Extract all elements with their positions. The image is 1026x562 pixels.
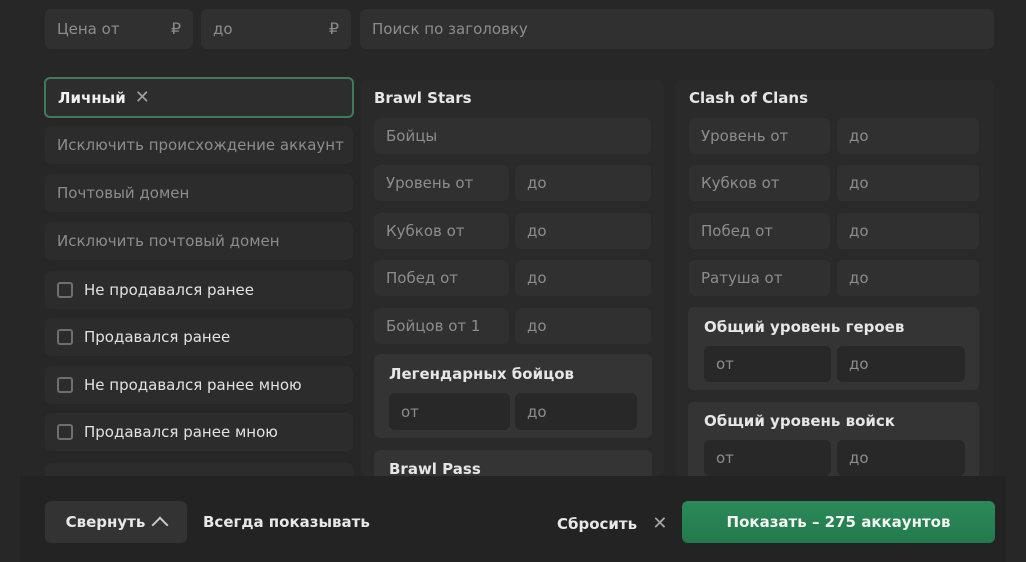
troops-to-placeholder: до: [849, 449, 869, 467]
coc-townhall-from-placeholder: Ратуша от: [701, 268, 783, 287]
mail-domain-placeholder: Почтовый домен: [57, 183, 190, 202]
troops-to-input[interactable]: до: [837, 440, 965, 476]
price-to-input[interactable]: до ₽: [201, 9, 351, 49]
reset-label: Сбросить: [557, 515, 638, 533]
troops-level-title: Общий уровень войск: [704, 412, 895, 430]
heroes-to-placeholder: до: [849, 355, 869, 373]
brawl-fighters-to-input[interactable]: до: [515, 308, 651, 344]
coc-level-from-input[interactable]: Уровень от: [689, 118, 830, 154]
reset-link[interactable]: Сбросить ✕: [557, 513, 667, 534]
checkbox-box[interactable]: [57, 424, 73, 440]
coc-level-to-input[interactable]: до: [837, 118, 979, 154]
collapse-button[interactable]: Свернуть: [45, 501, 187, 543]
checkbox-box[interactable]: [57, 282, 73, 298]
brawl-level-from-placeholder: Уровень от: [386, 173, 474, 192]
checkbox-box[interactable]: [57, 377, 73, 393]
brawl-cups-from-input[interactable]: Кубков от: [374, 213, 509, 249]
brawl-wins-from-input[interactable]: Побед от: [374, 260, 509, 296]
troops-from-placeholder: от: [716, 449, 734, 467]
chevron-up-icon: [151, 516, 169, 534]
origin-chip[interactable]: Личный ✕: [44, 77, 354, 118]
price-to-placeholder: до: [213, 19, 233, 38]
brawl-fighters-from-input[interactable]: Бойцов от 1: [374, 308, 509, 344]
brawl-stars-title: Brawl Stars: [374, 89, 472, 107]
checkbox-box[interactable]: [57, 329, 73, 345]
show-accounts-button[interactable]: Показать – 275 аккаунтов: [682, 501, 995, 543]
coc-wins-from-placeholder: Побед от: [701, 221, 773, 240]
checkbox-label: Продавался ранее мною: [84, 423, 278, 441]
heroes-from-placeholder: от: [716, 355, 734, 373]
exclude-origin-placeholder: Исключить происхождение аккаунт: [57, 135, 344, 154]
close-icon[interactable]: ✕: [135, 87, 150, 108]
brawl-cups-to-placeholder: до: [527, 221, 547, 240]
coc-level-from-placeholder: Уровень от: [701, 126, 789, 145]
coc-townhall-from-input[interactable]: Ратуша от: [689, 260, 830, 296]
checkbox-not-sold-by-me[interactable]: Не продавался ранее мною: [45, 366, 353, 404]
coc-wins-from-input[interactable]: Побед от: [689, 213, 830, 249]
price-from-input[interactable]: Цена от ₽: [45, 9, 193, 49]
heroes-level-title: Общий уровень героев: [704, 318, 905, 336]
checkbox-not-sold-before[interactable]: Не продавался ранее: [45, 271, 353, 309]
title-search-input[interactable]: Поиск по заголовку: [360, 9, 994, 49]
title-search-placeholder: Поиск по заголовку: [372, 19, 528, 38]
brawl-level-to-input[interactable]: до: [515, 165, 651, 201]
legendary-to-input[interactable]: до: [515, 393, 637, 430]
checkbox-sold-by-me[interactable]: Продавался ранее мною: [45, 413, 353, 451]
brawl-cups-to-input[interactable]: до: [515, 213, 651, 249]
exclude-mail-domain-placeholder: Исключить почтовый домен: [57, 231, 280, 250]
coc-cups-to-placeholder: до: [849, 173, 869, 192]
brawl-level-from-input[interactable]: Уровень от: [374, 165, 509, 201]
brawl-level-to-placeholder: до: [527, 173, 547, 192]
coc-wins-to-input[interactable]: до: [837, 213, 979, 249]
coc-townhall-to-placeholder: до: [849, 268, 869, 287]
coc-level-to-placeholder: до: [849, 126, 869, 145]
checkbox-label: Не продавался ранее мною: [84, 376, 302, 394]
checkbox-sold-before[interactable]: Продавался ранее: [45, 318, 353, 356]
brawl-fighters-input[interactable]: Бойцы: [374, 118, 651, 154]
mail-domain-input[interactable]: Почтовый домен: [45, 174, 353, 212]
checkbox-label: Продавался ранее: [84, 328, 231, 346]
cut-off-row: [45, 463, 353, 476]
clash-of-clans-title: Clash of Clans: [689, 89, 809, 107]
exclude-mail-domain-input[interactable]: Исключить почтовый домен: [45, 222, 353, 260]
troops-from-input[interactable]: от: [704, 440, 831, 476]
legendary-from-input[interactable]: от: [389, 393, 510, 430]
heroes-to-input[interactable]: до: [837, 346, 965, 382]
always-show-link[interactable]: Всегда показывать: [203, 513, 370, 531]
ruble-icon: ₽: [328, 19, 339, 38]
brawl-fighters-to-placeholder: до: [527, 316, 547, 335]
legendary-fighters-title: Легендарных бойцов: [389, 365, 575, 383]
close-icon: ✕: [652, 513, 668, 534]
coc-cups-to-input[interactable]: до: [837, 165, 979, 201]
legendary-to-placeholder: до: [527, 402, 547, 421]
ruble-icon: ₽: [170, 19, 181, 38]
legendary-from-placeholder: от: [401, 402, 419, 421]
brawl-wins-from-placeholder: Побед от: [386, 268, 458, 287]
brawl-wins-to-input[interactable]: до: [515, 260, 651, 296]
brawl-wins-to-placeholder: до: [527, 268, 547, 287]
checkbox-label: Не продавался ранее: [84, 281, 254, 299]
collapse-button-label: Свернуть: [65, 513, 146, 531]
brawl-fighters-placeholder: Бойцы: [386, 126, 438, 145]
coc-wins-to-placeholder: до: [849, 221, 869, 240]
origin-chip-label: Личный: [58, 88, 126, 107]
exclude-origin-input[interactable]: Исключить происхождение аккаунт: [45, 126, 353, 164]
coc-cups-from-input[interactable]: Кубков от: [689, 165, 830, 201]
price-from-placeholder: Цена от: [57, 19, 120, 38]
brawl-cups-from-placeholder: Кубков от: [386, 221, 465, 240]
coc-cups-from-placeholder: Кубков от: [701, 173, 780, 192]
brawl-fighters-from-placeholder: Бойцов от 1: [386, 316, 481, 335]
coc-townhall-to-input[interactable]: до: [837, 260, 979, 296]
heroes-from-input[interactable]: от: [704, 346, 831, 382]
